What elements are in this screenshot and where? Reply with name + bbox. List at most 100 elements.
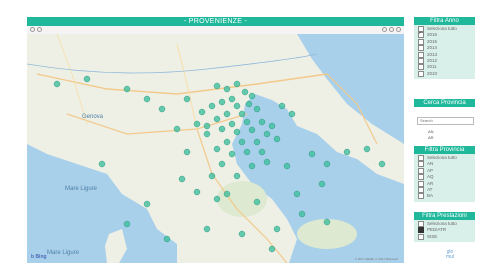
map-marker[interactable] <box>218 160 226 168</box>
map-marker[interactable] <box>248 162 256 170</box>
map-marker[interactable] <box>363 145 371 153</box>
map-marker[interactable] <box>98 160 106 168</box>
map-marker[interactable] <box>203 130 211 138</box>
map-marker[interactable] <box>238 110 246 118</box>
map-marker[interactable] <box>243 148 251 156</box>
map-marker[interactable] <box>308 150 316 158</box>
map-marker[interactable] <box>203 122 211 130</box>
search-province-input[interactable] <box>417 116 474 125</box>
map-marker[interactable] <box>241 88 249 96</box>
map-marker[interactable] <box>268 122 276 130</box>
map-marker[interactable] <box>233 172 241 180</box>
map-marker[interactable] <box>288 110 296 118</box>
map-marker[interactable] <box>223 190 231 198</box>
map-marker[interactable] <box>233 80 241 88</box>
map-marker[interactable] <box>223 110 231 118</box>
map-marker[interactable] <box>163 235 171 243</box>
map-marker[interactable] <box>243 118 251 126</box>
map-marker[interactable] <box>123 220 131 228</box>
map-marker[interactable] <box>238 138 246 146</box>
map-marker[interactable] <box>323 218 331 226</box>
map-marker[interactable] <box>83 75 91 83</box>
map-marker[interactable] <box>378 160 386 168</box>
map-marker[interactable] <box>318 180 326 188</box>
map-marker[interactable] <box>343 148 351 156</box>
map-marker[interactable] <box>273 225 281 233</box>
map-marker[interactable] <box>228 150 236 158</box>
map-marker[interactable] <box>233 128 241 136</box>
map-marker[interactable] <box>143 200 151 208</box>
checkbox[interactable] <box>418 186 424 193</box>
map-canvas[interactable]: Genova Mare Ligure Mare Ligure b Bing © … <box>27 34 404 263</box>
checkbox[interactable] <box>418 221 424 227</box>
filter-option[interactable]: SISE <box>414 233 475 240</box>
map-marker[interactable] <box>253 138 261 146</box>
map-marker[interactable] <box>253 198 261 206</box>
filter-option[interactable]: BA <box>414 193 475 200</box>
map-marker[interactable] <box>183 148 191 156</box>
checkbox[interactable] <box>418 193 424 200</box>
map-marker[interactable] <box>263 130 271 138</box>
map-marker[interactable] <box>238 230 246 238</box>
zoom-out-icon[interactable] <box>37 27 42 32</box>
map-marker[interactable] <box>258 148 266 156</box>
map-marker[interactable] <box>323 160 331 168</box>
map-marker[interactable] <box>208 102 216 110</box>
zoom-in-icon[interactable] <box>30 27 35 32</box>
map-marker[interactable] <box>298 210 306 218</box>
map-marker[interactable] <box>253 105 261 113</box>
map-marker[interactable] <box>283 162 291 170</box>
map-marker[interactable] <box>248 126 256 134</box>
map-marker[interactable] <box>293 190 301 198</box>
map-marker[interactable] <box>203 225 211 233</box>
checkbox[interactable] <box>418 161 424 168</box>
map-marker[interactable] <box>213 145 221 153</box>
checkbox[interactable] <box>418 70 424 77</box>
map-marker[interactable] <box>228 95 236 103</box>
checkbox[interactable] <box>418 167 424 174</box>
map-marker[interactable] <box>268 245 276 253</box>
checkbox[interactable] <box>418 180 424 187</box>
map-marker[interactable] <box>183 95 191 103</box>
checkbox[interactable] <box>418 45 424 52</box>
checkbox[interactable] <box>418 233 424 240</box>
map-marker[interactable] <box>263 158 271 166</box>
map-marker[interactable] <box>223 138 231 146</box>
filter-icon[interactable] <box>382 27 387 32</box>
map-marker[interactable] <box>158 105 166 113</box>
map-marker[interactable] <box>245 100 253 108</box>
more-options-icon[interactable] <box>396 27 401 32</box>
checkbox[interactable] <box>418 227 424 234</box>
focus-mode-icon[interactable] <box>389 27 394 32</box>
map-marker[interactable] <box>213 195 221 203</box>
map-marker[interactable] <box>218 98 226 106</box>
checkbox[interactable] <box>418 57 424 64</box>
map-marker[interactable] <box>218 125 226 133</box>
checkbox[interactable] <box>418 31 424 39</box>
map-marker[interactable] <box>278 102 286 110</box>
map-marker[interactable] <box>213 115 221 123</box>
map-marker[interactable] <box>123 85 131 93</box>
map-marker[interactable] <box>248 92 256 100</box>
map-marker[interactable] <box>273 135 281 143</box>
map-marker[interactable] <box>258 118 266 126</box>
province-result-2[interactable]: AR <box>414 135 475 141</box>
map-marker[interactable] <box>143 95 151 103</box>
map-marker[interactable] <box>233 102 241 110</box>
map-marker[interactable] <box>173 125 181 133</box>
map-marker[interactable] <box>228 120 236 128</box>
checkbox[interactable] <box>418 64 424 71</box>
map-marker[interactable] <box>53 80 61 88</box>
map-marker[interactable] <box>193 120 201 128</box>
checkbox[interactable] <box>418 51 424 58</box>
checkbox[interactable] <box>418 38 424 45</box>
checkbox[interactable] <box>418 174 424 181</box>
filter-option[interactable]: 2010 <box>414 70 475 77</box>
map-marker[interactable] <box>193 188 201 196</box>
map-marker[interactable] <box>198 108 206 116</box>
checkbox[interactable] <box>418 155 424 161</box>
map-marker[interactable] <box>213 82 221 90</box>
map-marker[interactable] <box>178 175 186 183</box>
map-marker[interactable] <box>223 85 231 93</box>
map-marker[interactable] <box>208 172 216 180</box>
